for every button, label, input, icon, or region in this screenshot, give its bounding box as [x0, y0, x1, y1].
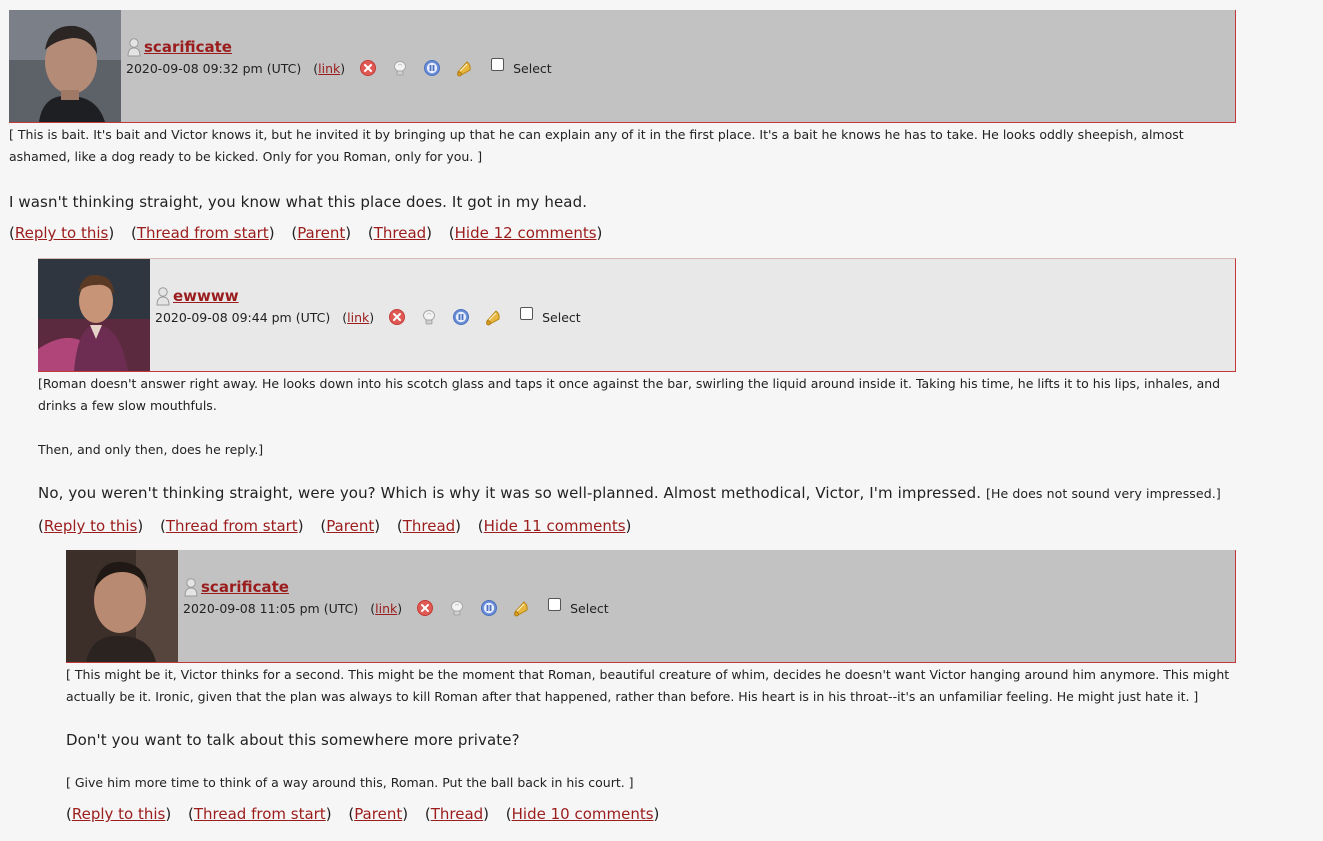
comment-links: (Reply to this) (Thread from start) (Par…	[9, 224, 603, 242]
screen-icon[interactable]	[420, 308, 438, 326]
user-icon	[184, 578, 198, 597]
comment-subtext: [Roman doesn't answer right away. He loo…	[38, 376, 1221, 413]
parent-link[interactable]: Parent	[297, 224, 345, 242]
thread-link[interactable]: Thread	[403, 517, 455, 535]
comment: scarificate 2020-09-08 11:05 pm (UTC) (l…	[66, 550, 1236, 825]
parent-link[interactable]: Parent	[354, 805, 402, 823]
delete-icon[interactable]	[359, 59, 377, 77]
comment-links: (Reply to this) (Thread from start) (Par…	[38, 517, 632, 535]
permalink-link[interactable]: link	[318, 61, 340, 76]
comment-header: scarificate 2020-09-08 11:05 pm (UTC) (l…	[66, 550, 1236, 663]
thread-from-start-link[interactable]: Thread from start	[137, 224, 269, 242]
permalink: (link)	[313, 60, 346, 76]
comment-date: 2020-09-08 09:44 pm (UTC)	[155, 309, 331, 325]
track-icon[interactable]	[484, 308, 502, 326]
select-label: Select	[513, 60, 552, 76]
reply-link[interactable]: Reply to this	[15, 224, 109, 242]
comment: scarificate 2020-09-08 09:32 pm (UTC) (l…	[9, 10, 1236, 244]
freeze-icon[interactable]	[452, 308, 470, 326]
delete-icon[interactable]	[388, 308, 406, 326]
user-icon	[156, 287, 170, 306]
avatar[interactable]	[38, 259, 150, 371]
username-link[interactable]: scarificate	[144, 38, 232, 56]
comment: ewwww 2020-09-08 09:44 pm (UTC) (link) S…	[38, 258, 1236, 537]
comment-body: I wasn't thinking straight, you know wha…	[9, 193, 588, 211]
reply-link[interactable]: Reply to this	[44, 517, 138, 535]
freeze-icon[interactable]	[423, 59, 441, 77]
select-checkbox[interactable]	[491, 57, 505, 71]
track-icon[interactable]	[512, 599, 530, 617]
comment-subtext: [ This is bait. It's bait and Victor kno…	[9, 127, 1184, 164]
comment-body: No, you weren't thinking straight, were …	[38, 482, 1236, 505]
comment-body-text: No, you weren't thinking straight, were …	[38, 484, 982, 502]
screen-icon[interactable]	[391, 59, 409, 77]
comment-meta: ewwww 2020-09-08 09:44 pm (UTC) (link) S…	[155, 286, 581, 326]
comment-body-aside: [He does not sound very impressed.]	[986, 486, 1221, 501]
comment-meta: scarificate 2020-09-08 11:05 pm (UTC) (l…	[183, 577, 609, 617]
screen-icon[interactable]	[448, 599, 466, 617]
select-label: Select	[570, 600, 609, 616]
permalink-link[interactable]: link	[375, 601, 397, 616]
thread-link[interactable]: Thread	[431, 805, 483, 823]
comment-subtext: [ This might be it, Victor thinks for a …	[66, 667, 1230, 704]
select-checkbox[interactable]	[520, 306, 534, 320]
select-checkbox[interactable]	[548, 597, 562, 611]
delete-icon[interactable]	[416, 599, 434, 617]
permalink: (link)	[342, 309, 375, 325]
thread-from-start-link[interactable]: Thread from start	[194, 805, 326, 823]
comment-meta: scarificate 2020-09-08 09:32 pm (UTC) (l…	[126, 37, 552, 77]
avatar[interactable]	[66, 550, 178, 662]
permalink-link[interactable]: link	[347, 310, 369, 325]
comment-date: 2020-09-08 09:32 pm (UTC)	[126, 60, 302, 76]
hide-comments-link[interactable]: Hide 10 comments	[512, 805, 654, 823]
parent-link[interactable]: Parent	[326, 517, 374, 535]
comment-header: scarificate 2020-09-08 09:32 pm (UTC) (l…	[9, 10, 1236, 123]
thread-from-start-link[interactable]: Thread from start	[166, 517, 298, 535]
comment-date: 2020-09-08 11:05 pm (UTC)	[183, 600, 359, 616]
avatar[interactable]	[9, 10, 121, 122]
comment-body: Don't you want to talk about this somewh…	[66, 731, 520, 749]
comment-subtext-closing: Then, and only then, does he reply.]	[38, 442, 264, 457]
username-link[interactable]: scarificate	[201, 578, 289, 596]
comment-header: ewwww 2020-09-08 09:44 pm (UTC) (link) S…	[38, 258, 1236, 372]
hide-comments-link[interactable]: Hide 12 comments	[455, 224, 597, 242]
user-icon	[127, 38, 141, 57]
comment-subtext-closing: [ Give him more time to think of a way a…	[66, 775, 634, 790]
freeze-icon[interactable]	[480, 599, 498, 617]
thread-link[interactable]: Thread	[374, 224, 426, 242]
permalink: (link)	[370, 600, 403, 616]
hide-comments-link[interactable]: Hide 11 comments	[484, 517, 626, 535]
track-icon[interactable]	[455, 59, 473, 77]
comment-links: (Reply to this) (Thread from start) (Par…	[66, 805, 660, 823]
username-link[interactable]: ewwww	[173, 287, 239, 305]
reply-link[interactable]: Reply to this	[72, 805, 166, 823]
select-label: Select	[542, 309, 581, 325]
